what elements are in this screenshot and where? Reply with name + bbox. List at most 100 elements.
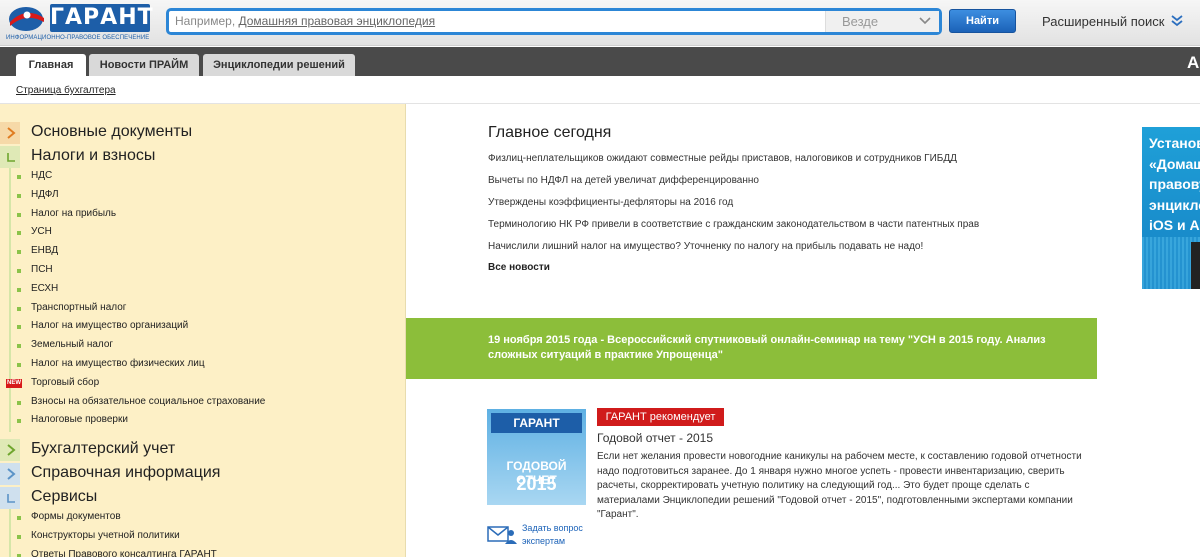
sidebar-item-social-contributions[interactable]: Взносы на обязательное социальное страхо… [0, 394, 406, 412]
seminar-banner-text: 19 ноября 2015 года - Всероссийский спут… [488, 334, 1046, 361]
find-button[interactable]: Найти [949, 9, 1016, 33]
sidebar-item-label: Налог на прибыль [31, 208, 117, 219]
bullet [17, 401, 21, 405]
sidebar-item-eshn[interactable]: ЕСХН [0, 281, 406, 299]
page-title: Главное сегодня [488, 124, 612, 141]
bullet [17, 363, 21, 367]
sidebar-item-personal-property-tax[interactable]: Налог на имущество физических лиц [0, 356, 406, 374]
sidebar-item-tax-audits[interactable]: Налоговые проверки [0, 412, 406, 430]
breadcrumb[interactable]: Страница бухгалтера [16, 85, 116, 96]
sidebar-item-envd[interactable]: ЕНВД [0, 243, 406, 261]
expand-arrow-icon [7, 468, 16, 480]
sidebar-section-main-documents[interactable]: Основные документы [0, 122, 406, 144]
bullet [17, 516, 21, 520]
new-badge: NEW [6, 379, 22, 388]
logo-emblem-icon [9, 7, 44, 31]
search-scope-value: Везде [842, 14, 879, 29]
bullet [17, 419, 21, 423]
sidebar-item-usn[interactable]: УСН [0, 224, 406, 242]
annual-report-cover-image[interactable]: ГАРАНТ ГОДОВОЙ ОТЧЕТ 2015 [487, 409, 586, 505]
search-box[interactable]: Например, Домашняя правовая энциклопедия… [166, 8, 942, 35]
sidebar-item-psn[interactable]: ПСН [0, 262, 406, 280]
sidebar-section-label: Справочная информация [31, 464, 221, 481]
sidebar-item-label: НДФЛ [31, 189, 59, 200]
sidebar-item-ndfl[interactable]: НДФЛ [0, 187, 406, 205]
logo-tagline: ИНФОРМАЦИОННО-ПРАВОВОЕ ОБЕСПЕЧЕНИЕ [6, 35, 150, 41]
sidebar-item-policy-builders[interactable]: Конструкторы учетной политики [0, 528, 406, 546]
sidebar-item-label: Земельный налог [31, 339, 114, 350]
sidebar-section-label: Налоги и взносы [31, 147, 156, 164]
tab-solutions-encyclopedia[interactable]: Энциклопедии решений [203, 54, 355, 76]
expand-arrow-icon [7, 127, 16, 139]
news-link[interactable]: Физлиц-неплательщиков ожидают совместные… [488, 153, 957, 164]
tab-prime-news[interactable]: Новости ПРАЙМ [89, 54, 199, 76]
bullet [17, 535, 21, 539]
bullet [17, 288, 21, 292]
expand-arrow-icon [7, 444, 16, 456]
bullet [17, 325, 21, 329]
ask-expert-label: Задать вопрос экспертам [522, 523, 583, 546]
sidebar-section-label: Основные документы [31, 123, 193, 140]
search-scope-select[interactable]: Везде [825, 11, 939, 32]
sidebar-item-label: Ответы Правового консалтинга ГАРАНТ [31, 549, 217, 557]
sidebar-item-land-tax[interactable]: Земельный налог [0, 337, 406, 355]
bullet [17, 307, 21, 311]
cover-logo: ГАРАНТ [491, 413, 582, 433]
sidebar-section-accounting[interactable]: Бухгалтерский учет [0, 439, 406, 461]
search-placeholder[interactable]: Например, Домашняя правовая энциклопедия [175, 14, 435, 28]
bullet [17, 175, 21, 179]
search-example-link[interactable]: Домашняя правовая энциклопедия [239, 14, 436, 28]
sidebar-item-label: Налог на имущество физических лиц [31, 358, 205, 369]
sidebar-item-vat[interactable]: НДС [0, 168, 406, 186]
sidebar-item-legal-consulting[interactable]: Ответы Правового консалтинга ГАРАНТ [0, 547, 406, 557]
top-bar: ГАРАНТ ИНФОРМАЦИОННО-ПРАВОВОЕ ОБЕСПЕЧЕНИ… [0, 0, 1200, 46]
ask-expert-link[interactable]: Задать вопрос экспертам [487, 522, 597, 552]
cover-year: 2015 [516, 474, 557, 494]
news-link[interactable]: Вычеты по НДФЛ на детей увеличат диффере… [488, 175, 759, 186]
mobile-app-ad[interactable]: Установи «Домашнюю правовую энциклопедию… [1142, 127, 1200, 289]
sidebar-section-services[interactable]: Сервисы [0, 487, 406, 509]
news-link[interactable]: Начислили лишний налог на имущество? Уто… [488, 241, 923, 252]
sidebar: Основные документы Налоги и взносы НДС Н… [0, 104, 406, 557]
sidebar-item-profit-tax[interactable]: Налог на прибыль [0, 206, 406, 224]
garant-logo[interactable]: ГАРАНТ ИНФОРМАЦИОННО-ПРАВОВОЕ ОБЕСПЕЧЕНИ… [6, 4, 154, 42]
bullet [17, 344, 21, 348]
recommendation-text: Если нет желания провести новогодние кан… [597, 451, 1082, 520]
sidebar-item-label: УСН [31, 226, 52, 237]
tab-main[interactable]: Главная [16, 54, 86, 76]
sidebar-item-label: НДС [31, 170, 53, 181]
advanced-search-link[interactable]: Расширенный поиск [1042, 14, 1164, 29]
sidebar-section-label: Сервисы [31, 488, 98, 505]
all-news-link[interactable]: Все новости [488, 262, 550, 273]
recommends-badge: ГАРАНТ рекомендует [597, 408, 724, 426]
sidebar-item-label: Взносы на обязательное социальное страхо… [31, 396, 266, 407]
news-link[interactable]: Терминологию НК РФ привели в соответстви… [488, 219, 979, 230]
sidebar-item-trade-fee[interactable]: NEW Торговый сбор [0, 375, 406, 393]
news-link[interactable]: Утверждены коэффициенты-дефляторы на 201… [488, 197, 733, 208]
bullet [17, 194, 21, 198]
logo-wordmark: ГАРАНТ [50, 4, 154, 32]
envelope-people-icon [487, 526, 517, 544]
seminar-banner[interactable]: 19 ноября 2015 года - Всероссийский спут… [406, 318, 1097, 379]
bullet [17, 250, 21, 254]
sidebar-section-reference[interactable]: Справочная информация [0, 463, 406, 485]
sidebar-item-label: Конструкторы учетной политики [31, 530, 180, 541]
sidebar-section-label: Бухгалтерский учет [31, 440, 176, 457]
sidebar-item-transport-tax[interactable]: Транспортный налог [0, 300, 406, 318]
recommendation-title[interactable]: Годовой отчет - 2015 [597, 431, 713, 445]
sidebar-item-org-property-tax[interactable]: Налог на имущество организаций [0, 318, 406, 336]
sidebar-item-label: ЕНВД [31, 245, 59, 256]
sidebar-section-taxes[interactable]: Налоги и взносы [0, 146, 406, 168]
sidebar-item-label: Налог на имущество организаций [31, 320, 189, 331]
ad-text: Установи «Домашнюю правовую энциклопедию… [1149, 135, 1200, 233]
collapse-arrow-icon [7, 494, 15, 503]
collapse-arrow-icon [7, 153, 15, 162]
double-chevron-down-icon[interactable] [1170, 14, 1184, 28]
sidebar-item-label: ПСН [31, 264, 53, 275]
sidebar-item-label: Формы документов [31, 511, 121, 522]
bullet [17, 213, 21, 217]
sidebar-item-label: ЕСХН [31, 283, 59, 294]
bullet [17, 231, 21, 235]
sidebar-item-document-forms[interactable]: Формы документов [0, 509, 406, 527]
bullet [17, 269, 21, 273]
